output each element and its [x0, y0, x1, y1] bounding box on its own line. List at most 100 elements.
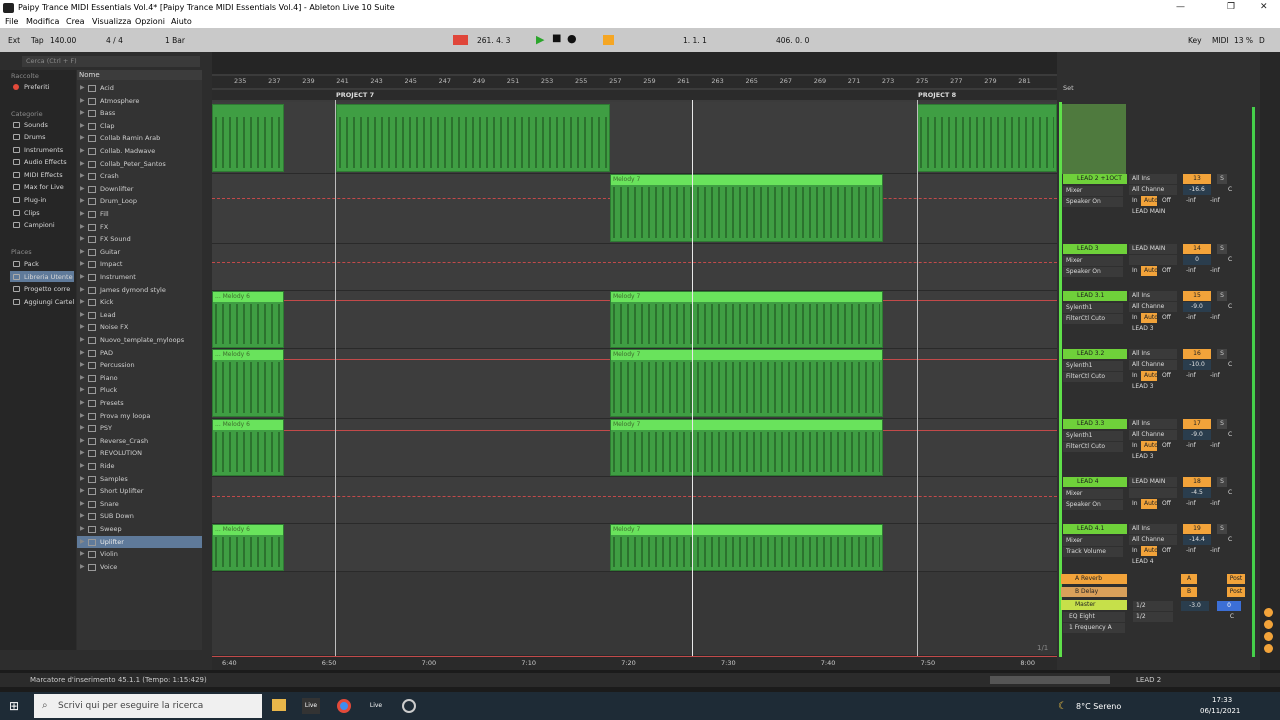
- expand-arrow-icon[interactable]: ▶: [80, 397, 85, 410]
- sidebar-item-sounds[interactable]: Sounds: [24, 121, 48, 129]
- menu-opzioni[interactable]: Opzioni: [135, 17, 165, 26]
- param-select[interactable]: Speaker On: [1063, 500, 1123, 510]
- sidebar-item-instruments[interactable]: Instruments: [24, 146, 63, 154]
- sidebar-item-add-folder[interactable]: Aggiungi Cartel: [24, 298, 74, 306]
- arrangement-overview[interactable]: [212, 52, 1057, 74]
- expand-arrow-icon[interactable]: ▶: [80, 120, 85, 133]
- browser-folder-item[interactable]: ▶ Snare: [77, 498, 202, 511]
- input-select[interactable]: All Ins: [1129, 291, 1177, 301]
- ableton-live-taskbar-icon-2[interactable]: Live: [367, 698, 385, 714]
- volume-field[interactable]: -14.4: [1183, 535, 1211, 545]
- track-activator[interactable]: 16: [1183, 349, 1211, 359]
- volume-field[interactable]: 0: [1183, 255, 1211, 265]
- browser-folder-item[interactable]: ▶ Percussion: [77, 359, 202, 372]
- output-select[interactable]: LEAD 3: [1129, 382, 1177, 392]
- input-select[interactable]: LEAD MAIN: [1129, 477, 1177, 487]
- expand-arrow-icon[interactable]: ▶: [80, 510, 85, 523]
- monitor-in-button[interactable]: In: [1129, 313, 1139, 323]
- expand-arrow-icon[interactable]: ▶: [80, 221, 85, 234]
- solo-button[interactable]: S: [1217, 291, 1227, 301]
- pan-field[interactable]: C: [1225, 302, 1235, 312]
- key-map-button[interactable]: Key: [1188, 36, 1202, 45]
- solo-button[interactable]: S: [1217, 477, 1227, 487]
- expand-arrow-icon[interactable]: ▶: [80, 561, 85, 574]
- sidebar-item-clips[interactable]: Clips: [24, 209, 40, 217]
- solo-button[interactable]: S: [1217, 419, 1227, 429]
- expand-arrow-icon[interactable]: ▶: [80, 485, 85, 498]
- output-select[interactable]: LEAD MAIN: [1129, 207, 1177, 217]
- sidebar-item-user-library[interactable]: Libreria Utente: [24, 273, 73, 281]
- solo-button[interactable]: S: [1217, 524, 1227, 534]
- expand-arrow-icon[interactable]: ▶: [80, 170, 85, 183]
- mixer-track-1[interactable]: LEAD 2 +1OCT Mixer Speaker On All Ins All Ch…: [1059, 174, 1259, 220]
- param-select[interactable]: Speaker On: [1063, 267, 1123, 277]
- maximize-button[interactable]: ❐: [1227, 2, 1235, 12]
- browser-folder-item[interactable]: ▶ REVOLUTION: [77, 447, 202, 460]
- browser-folder-item[interactable]: ▶ Ride: [77, 460, 202, 473]
- expand-arrow-icon[interactable]: ▶: [80, 195, 85, 208]
- browser-folder-item[interactable]: ▶ Downlifter: [77, 183, 202, 196]
- expand-arrow-icon[interactable]: ▶: [80, 284, 85, 297]
- sidebar-item-midi-effects[interactable]: MIDI Effects: [24, 171, 63, 179]
- track-name[interactable]: LEAD 3.3: [1063, 419, 1127, 429]
- right-scrollbar[interactable]: [1260, 52, 1280, 670]
- play-icon[interactable]: ▶: [536, 33, 544, 46]
- return-b-post-button[interactable]: Post: [1227, 587, 1245, 597]
- track-name[interactable]: LEAD 4.1: [1063, 524, 1127, 534]
- name-column-header[interactable]: Nome: [77, 70, 202, 80]
- browser-folder-item[interactable]: ▶ Sweep: [77, 523, 202, 536]
- monitor-in-button[interactable]: In: [1129, 266, 1139, 276]
- monitor-in-button[interactable]: In: [1129, 371, 1139, 381]
- ext-button[interactable]: Ext: [8, 36, 20, 45]
- clip-melody7[interactable]: Melody 7: [610, 291, 883, 348]
- input-select[interactable]: All Ins: [1129, 349, 1177, 359]
- monitor-in-button[interactable]: In: [1129, 546, 1139, 556]
- send-b-field[interactable]: -inf: [1207, 499, 1227, 509]
- send-a-field[interactable]: -inf: [1183, 441, 1203, 451]
- browser-folder-item[interactable]: ▶ Samples: [77, 473, 202, 486]
- monitor-auto-button[interactable]: Auto: [1141, 441, 1158, 451]
- master-param-select[interactable]: 1 Frequency A: [1063, 623, 1125, 633]
- monitor-auto-button[interactable]: Auto: [1141, 196, 1158, 206]
- monitor-in-button[interactable]: In: [1129, 196, 1139, 206]
- return-b-button[interactable]: B: [1181, 587, 1197, 597]
- sidebar-item-audio-effects[interactable]: Audio Effects: [24, 158, 67, 166]
- return-track-a[interactable]: A Reverb: [1061, 574, 1127, 584]
- clock-time[interactable]: 17:33: [1212, 696, 1232, 704]
- master-cue-volume[interactable]: 0: [1217, 601, 1241, 611]
- mixer-track-3[interactable]: LEAD 3.1 Sylenth1 FilterCtl Cuto All Ins All…: [1059, 291, 1259, 337]
- tap-button[interactable]: Tap: [31, 36, 44, 45]
- browser-folder-item[interactable]: ▶ Noise FX: [77, 321, 202, 334]
- monitor-off-button[interactable]: Off: [1159, 546, 1175, 556]
- clip-melody6[interactable]: ... Melody 6: [212, 291, 284, 348]
- master-pan[interactable]: C: [1227, 612, 1237, 622]
- expand-arrow-icon[interactable]: ▶: [80, 447, 85, 460]
- clip-project7[interactable]: [336, 104, 610, 172]
- locator-project-8[interactable]: PROJECT 8: [918, 91, 956, 99]
- browser-folder-item[interactable]: ▶ Lead: [77, 309, 202, 322]
- expand-arrow-icon[interactable]: ▶: [80, 384, 85, 397]
- expand-arrow-icon[interactable]: ▶: [80, 321, 85, 334]
- expand-arrow-icon[interactable]: ▶: [80, 258, 85, 271]
- returns-toggle-icon[interactable]: [1264, 632, 1273, 641]
- locator-project-7[interactable]: PROJECT 7: [336, 91, 374, 99]
- volume-field[interactable]: -4.5: [1183, 488, 1211, 498]
- master-out-select[interactable]: 1/2: [1133, 612, 1173, 622]
- expand-arrow-icon[interactable]: ▶: [80, 95, 85, 108]
- expand-arrow-icon[interactable]: ▶: [80, 523, 85, 536]
- file-explorer-icon[interactable]: [272, 699, 286, 711]
- expand-arrow-icon[interactable]: ▶: [80, 309, 85, 322]
- send-b-field[interactable]: -inf: [1207, 441, 1227, 451]
- param-select[interactable]: FilterCtl Cuto: [1063, 372, 1123, 382]
- clip-melody6[interactable]: ... Melody 6: [212, 524, 284, 571]
- send-a-field[interactable]: -inf: [1183, 266, 1203, 276]
- weather-text[interactable]: 8°C Sereno: [1076, 702, 1121, 711]
- channel-select[interactable]: All Channe: [1129, 185, 1177, 195]
- send-b-field[interactable]: -inf: [1207, 371, 1227, 381]
- io-toggle-icon[interactable]: [1264, 608, 1273, 617]
- windows-start-icon[interactable]: ⊞: [9, 699, 19, 713]
- track-activator[interactable]: 17: [1183, 419, 1211, 429]
- meter-field[interactable]: 4 / 4: [106, 36, 123, 45]
- monitor-in-button[interactable]: In: [1129, 499, 1139, 509]
- output-select[interactable]: [1129, 277, 1177, 287]
